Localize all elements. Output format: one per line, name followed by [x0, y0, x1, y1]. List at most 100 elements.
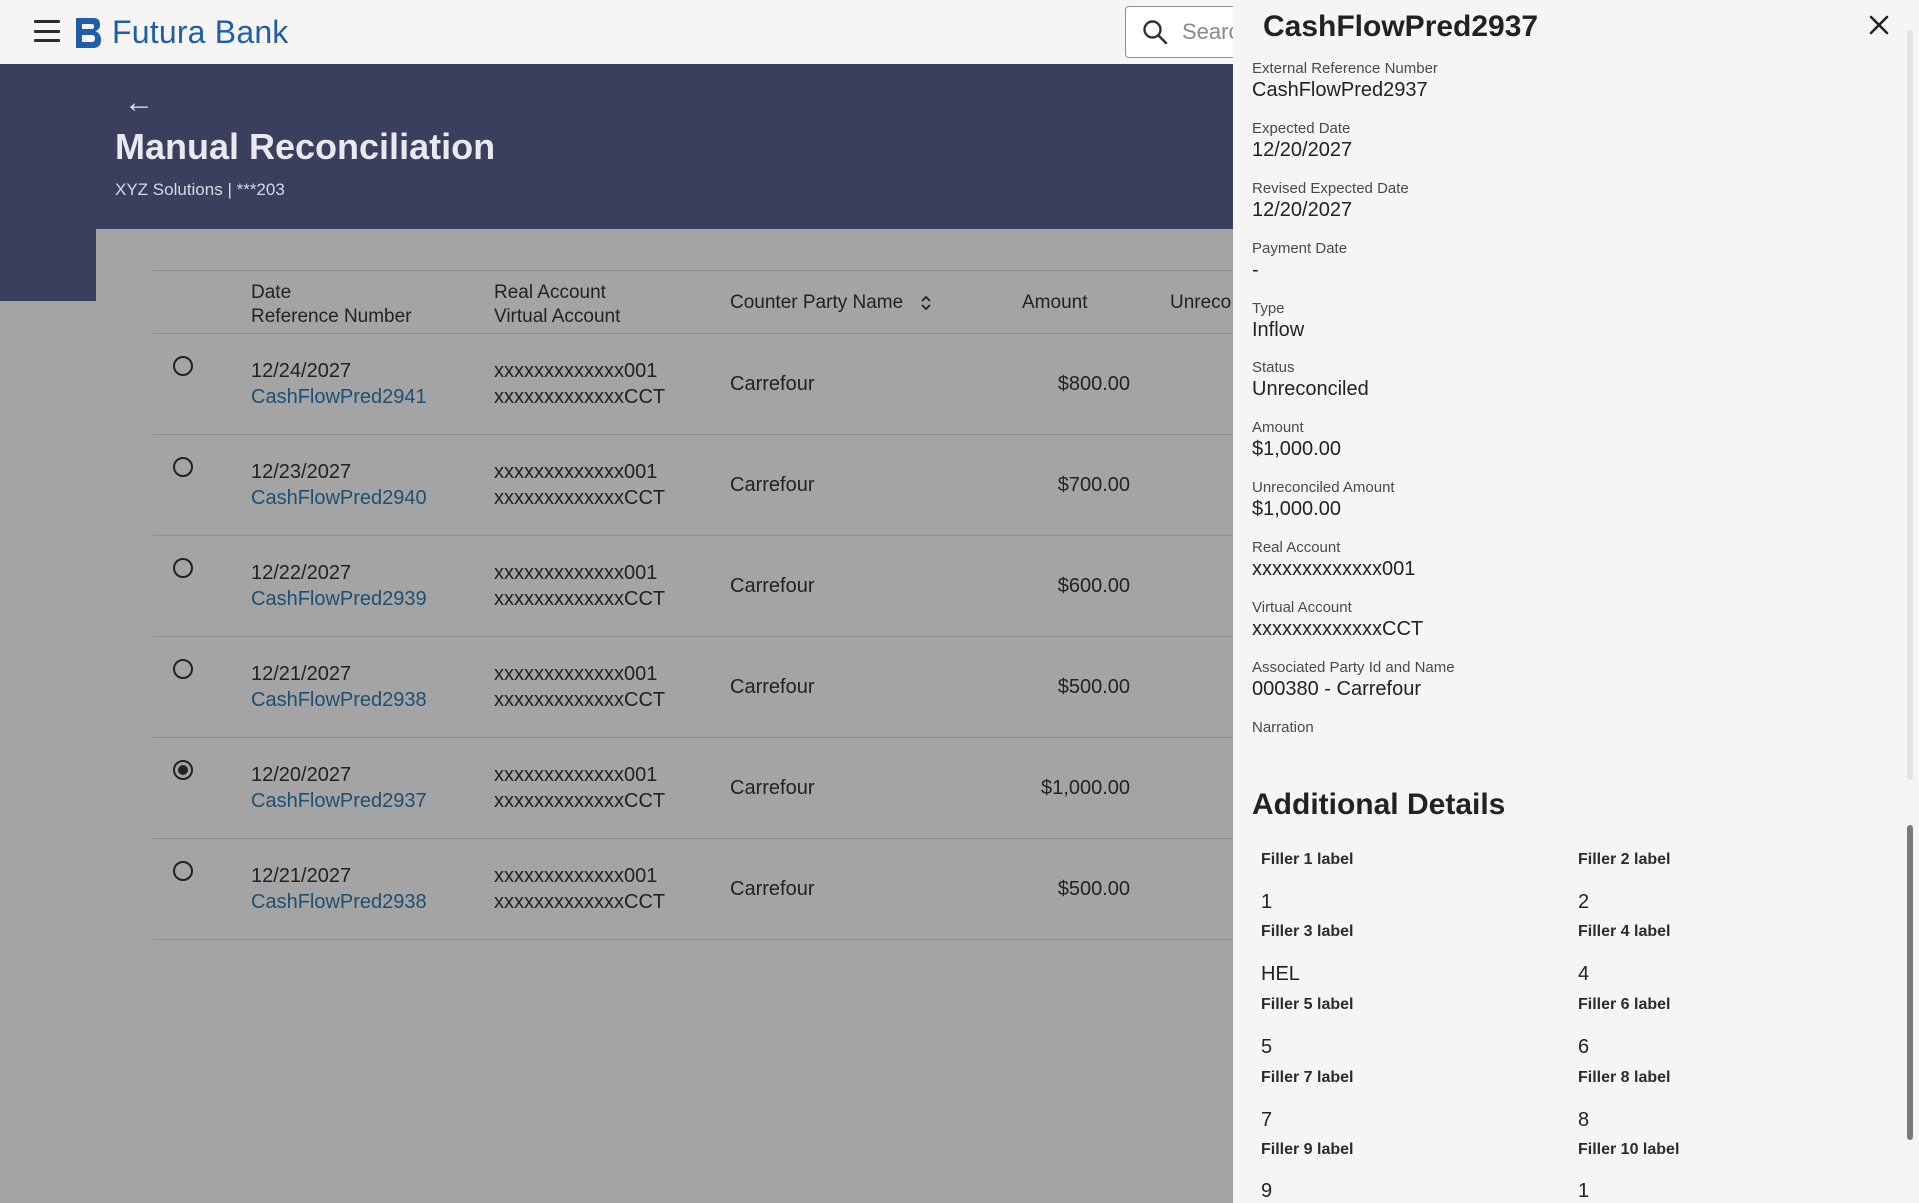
row-select-radio[interactable]	[173, 558, 193, 578]
header-reference: Reference Number	[251, 306, 412, 327]
row-reference-link[interactable]: CashFlowPred2938	[251, 687, 427, 713]
row-real-account: xxxxxxxxxxxxx001	[494, 461, 658, 483]
col-date-ref: Date Reference Number	[251, 281, 412, 329]
row-date: 12/24/2027	[251, 360, 352, 382]
filler-label: Filler 1 label	[1261, 851, 1354, 868]
filler-value: 4	[1578, 963, 1590, 985]
field-label-external-ref: External Reference Number	[1252, 60, 1438, 77]
detail-drawer: CashFlowPred2937 External Reference Numb…	[1233, 0, 1919, 1203]
row-virtual-account: xxxxxxxxxxxxxCCT	[494, 689, 666, 711]
row-virtual-account: xxxxxxxxxxxxxCCT	[494, 487, 666, 509]
row-reference-link[interactable]: CashFlowPred2937	[251, 788, 427, 814]
additional-details-title: Additional Details	[1252, 788, 1506, 821]
field-label-virtual-account: Virtual Account	[1252, 599, 1352, 616]
filler-label: Filler 3 label	[1261, 923, 1354, 940]
row-reference-link[interactable]: CashFlowPred2938	[251, 889, 427, 915]
row-select-radio-checked[interactable]	[173, 760, 193, 780]
field-label-payment-date: Payment Date	[1252, 240, 1348, 257]
back-arrow-icon[interactable]: ←	[124, 88, 154, 118]
field-label-type: Type	[1252, 300, 1285, 317]
search-icon	[1143, 20, 1168, 45]
table-row-selected[interactable]: 12/20/2027 CashFlowPred2937 xxxxxxxxxxxx…	[153, 738, 1233, 839]
row-real-account: xxxxxxxxxxxxx001	[494, 764, 658, 786]
row-amount: $700.00	[1057, 474, 1130, 496]
close-icon[interactable]	[1866, 12, 1892, 38]
filler-value: 6	[1578, 1036, 1590, 1058]
field-value-unreconciled-amount: $1,000.00	[1252, 498, 1341, 520]
row-real-account: xxxxxxxxxxxxx001	[494, 360, 658, 382]
table-header: Date Reference Number Real Account Virtu…	[153, 270, 1233, 334]
scrollbar-track[interactable]	[1907, 30, 1913, 780]
field-value-external-ref: CashFlowPred2937	[1252, 79, 1428, 101]
field-value-status: Unreconciled	[1252, 378, 1369, 400]
row-virtual-account: xxxxxxxxxxxxxCCT	[494, 386, 666, 408]
field-label-associated-party: Associated Party Id and Name	[1252, 659, 1455, 676]
row-reference-link[interactable]: CashFlowPred2939	[251, 586, 427, 612]
row-select-radio[interactable]	[173, 659, 193, 679]
table-row[interactable]: 12/24/2027 CashFlowPred2941 xxxxxxxxxxxx…	[153, 334, 1233, 435]
page-title: Manual Reconciliation	[115, 126, 496, 167]
header-amount: Amount	[1022, 292, 1088, 313]
table-row[interactable]: 12/23/2027 CashFlowPred2940 xxxxxxxxxxxx…	[153, 435, 1233, 536]
banner-left-strip	[0, 64, 96, 301]
brand-name: Futura Bank	[112, 14, 289, 50]
field-label-unreconciled-amount: Unreconciled Amount	[1252, 479, 1395, 496]
filler-label: Filler 8 label	[1578, 1069, 1671, 1086]
drawer-title: CashFlowPred2937	[1263, 10, 1539, 43]
header-date: Date	[251, 282, 292, 303]
field-value-virtual-account: xxxxxxxxxxxxxCCT	[1252, 618, 1424, 640]
field-value-amount: $1,000.00	[1252, 438, 1341, 460]
futura-logo-icon	[76, 17, 101, 48]
field-value-payment-date: -	[1252, 259, 1259, 281]
row-counter-party: Carrefour	[730, 676, 815, 698]
row-amount: $1,000.00	[1041, 777, 1130, 799]
table-row[interactable]: 12/21/2027 CashFlowPred2938 xxxxxxxxxxxx…	[153, 839, 1233, 940]
filler-value: 1	[1261, 891, 1273, 913]
row-date: 12/20/2027	[251, 764, 352, 786]
menu-icon[interactable]	[34, 20, 60, 42]
row-date: 12/21/2027	[251, 663, 352, 685]
filler-value: HEL	[1261, 963, 1300, 985]
row-amount: $800.00	[1057, 373, 1130, 395]
row-real-account: xxxxxxxxxxxxx001	[494, 663, 658, 685]
filler-value: 8	[1578, 1109, 1590, 1131]
row-real-account: xxxxxxxxxxxxx001	[494, 562, 658, 584]
header-counter-party: Counter Party Name	[730, 292, 904, 313]
filler-label: Filler 5 label	[1261, 996, 1354, 1013]
row-reference-link[interactable]: CashFlowPred2940	[251, 485, 427, 511]
row-counter-party: Carrefour	[730, 373, 815, 395]
page-subtitle: XYZ Solutions | ***203	[115, 180, 285, 199]
field-value-associated-party: 000380 - Carrefour	[1252, 678, 1421, 700]
row-virtual-account: xxxxxxxxxxxxxCCT	[494, 588, 666, 610]
row-amount: $500.00	[1057, 676, 1130, 698]
col-accounts: Real Account Virtual Account	[494, 281, 620, 329]
field-label-real-account: Real Account	[1252, 539, 1341, 556]
filler-label: Filler 2 label	[1578, 851, 1671, 868]
filler-value: 9	[1261, 1180, 1273, 1202]
scrollbar-thumb[interactable]	[1907, 825, 1913, 1140]
row-select-radio[interactable]	[173, 356, 193, 376]
filler-value: 5	[1261, 1036, 1273, 1058]
table-row[interactable]: 12/22/2027 CashFlowPred2939 xxxxxxxxxxxx…	[153, 536, 1233, 637]
row-amount: $500.00	[1057, 878, 1130, 900]
row-amount: $600.00	[1057, 575, 1130, 597]
filler-value: 7	[1261, 1109, 1273, 1131]
brand-logo[interactable]: Futura Bank	[72, 14, 289, 51]
row-virtual-account: xxxxxxxxxxxxxCCT	[494, 790, 666, 812]
row-select-radio[interactable]	[173, 861, 193, 881]
row-counter-party: Carrefour	[730, 878, 815, 900]
filler-label: Filler 9 label	[1261, 1141, 1354, 1158]
sort-icon[interactable]	[920, 294, 932, 312]
field-label-status: Status	[1252, 359, 1295, 376]
col-counter-party[interactable]: Counter Party Name	[730, 291, 932, 315]
table-row[interactable]: 12/21/2027 CashFlowPred2938 xxxxxxxxxxxx…	[153, 637, 1233, 738]
field-label-amount: Amount	[1252, 419, 1304, 436]
field-value-revised-date: 12/20/2027	[1252, 199, 1353, 221]
row-reference-link[interactable]: CashFlowPred2941	[251, 384, 427, 410]
filler-value: 1	[1578, 1180, 1590, 1202]
filler-value: 2	[1578, 891, 1590, 913]
filler-label: Filler 10 label	[1578, 1141, 1680, 1158]
row-select-radio[interactable]	[173, 457, 193, 477]
filler-label: Filler 4 label	[1578, 923, 1671, 940]
row-counter-party: Carrefour	[730, 575, 815, 597]
